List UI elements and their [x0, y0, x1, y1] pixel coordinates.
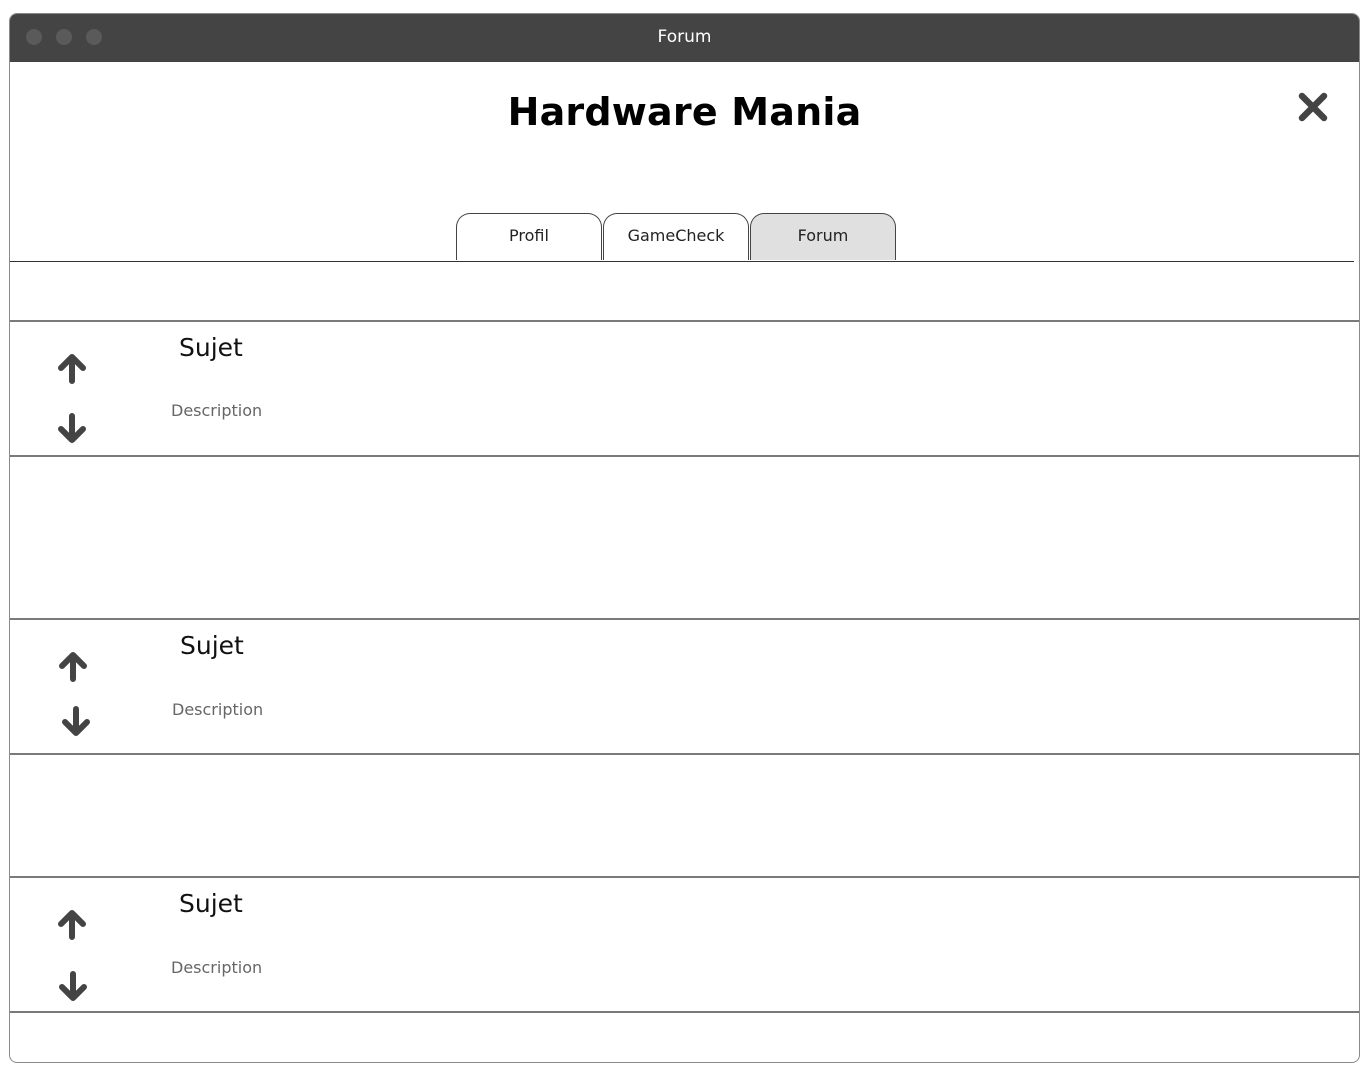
upvote-button[interactable] — [56, 649, 90, 683]
tab-label: GameCheck — [627, 226, 725, 245]
upvote-button[interactable] — [55, 351, 89, 385]
post-divider — [10, 753, 1359, 755]
downvote-button[interactable] — [55, 412, 89, 446]
post-description: Description — [172, 700, 264, 719]
window-title: Forum — [657, 27, 712, 47]
tab-profil[interactable]: Profil — [456, 213, 602, 260]
tab-forum[interactable]: Forum — [750, 213, 896, 260]
post-description: Description — [171, 401, 263, 420]
post-divider — [10, 1011, 1359, 1013]
tab-label: Forum — [797, 226, 849, 245]
post-divider — [10, 455, 1359, 457]
close-button[interactable] — [1296, 90, 1330, 124]
post-description: Description — [171, 958, 263, 977]
post-subject[interactable]: Sujet — [179, 333, 243, 362]
tab-label: Profil — [509, 226, 549, 245]
page-title: Hardware Mania — [507, 90, 862, 134]
downvote-button[interactable] — [59, 705, 93, 739]
post-divider — [10, 618, 1359, 620]
window-titlebar: Forum — [10, 14, 1359, 62]
post-subject[interactable]: Sujet — [180, 631, 244, 660]
downvote-button[interactable] — [56, 970, 90, 1004]
close-icon — [1298, 92, 1328, 122]
arrow-down-icon — [62, 706, 90, 736]
arrow-up-icon — [58, 910, 86, 940]
arrow-down-icon — [58, 413, 86, 443]
arrow-up-icon — [59, 652, 87, 682]
post-divider — [10, 320, 1359, 322]
post-divider — [10, 876, 1359, 878]
arrow-down-icon — [59, 971, 87, 1001]
upvote-button[interactable] — [55, 907, 89, 941]
tab-gamecheck[interactable]: GameCheck — [603, 213, 749, 260]
app-window: Forum Hardware Mania Profil GameCheck Fo… — [9, 13, 1360, 1063]
tab-bar-divider — [10, 261, 1354, 262]
arrow-up-icon — [58, 354, 86, 384]
post-subject[interactable]: Sujet — [179, 889, 243, 918]
